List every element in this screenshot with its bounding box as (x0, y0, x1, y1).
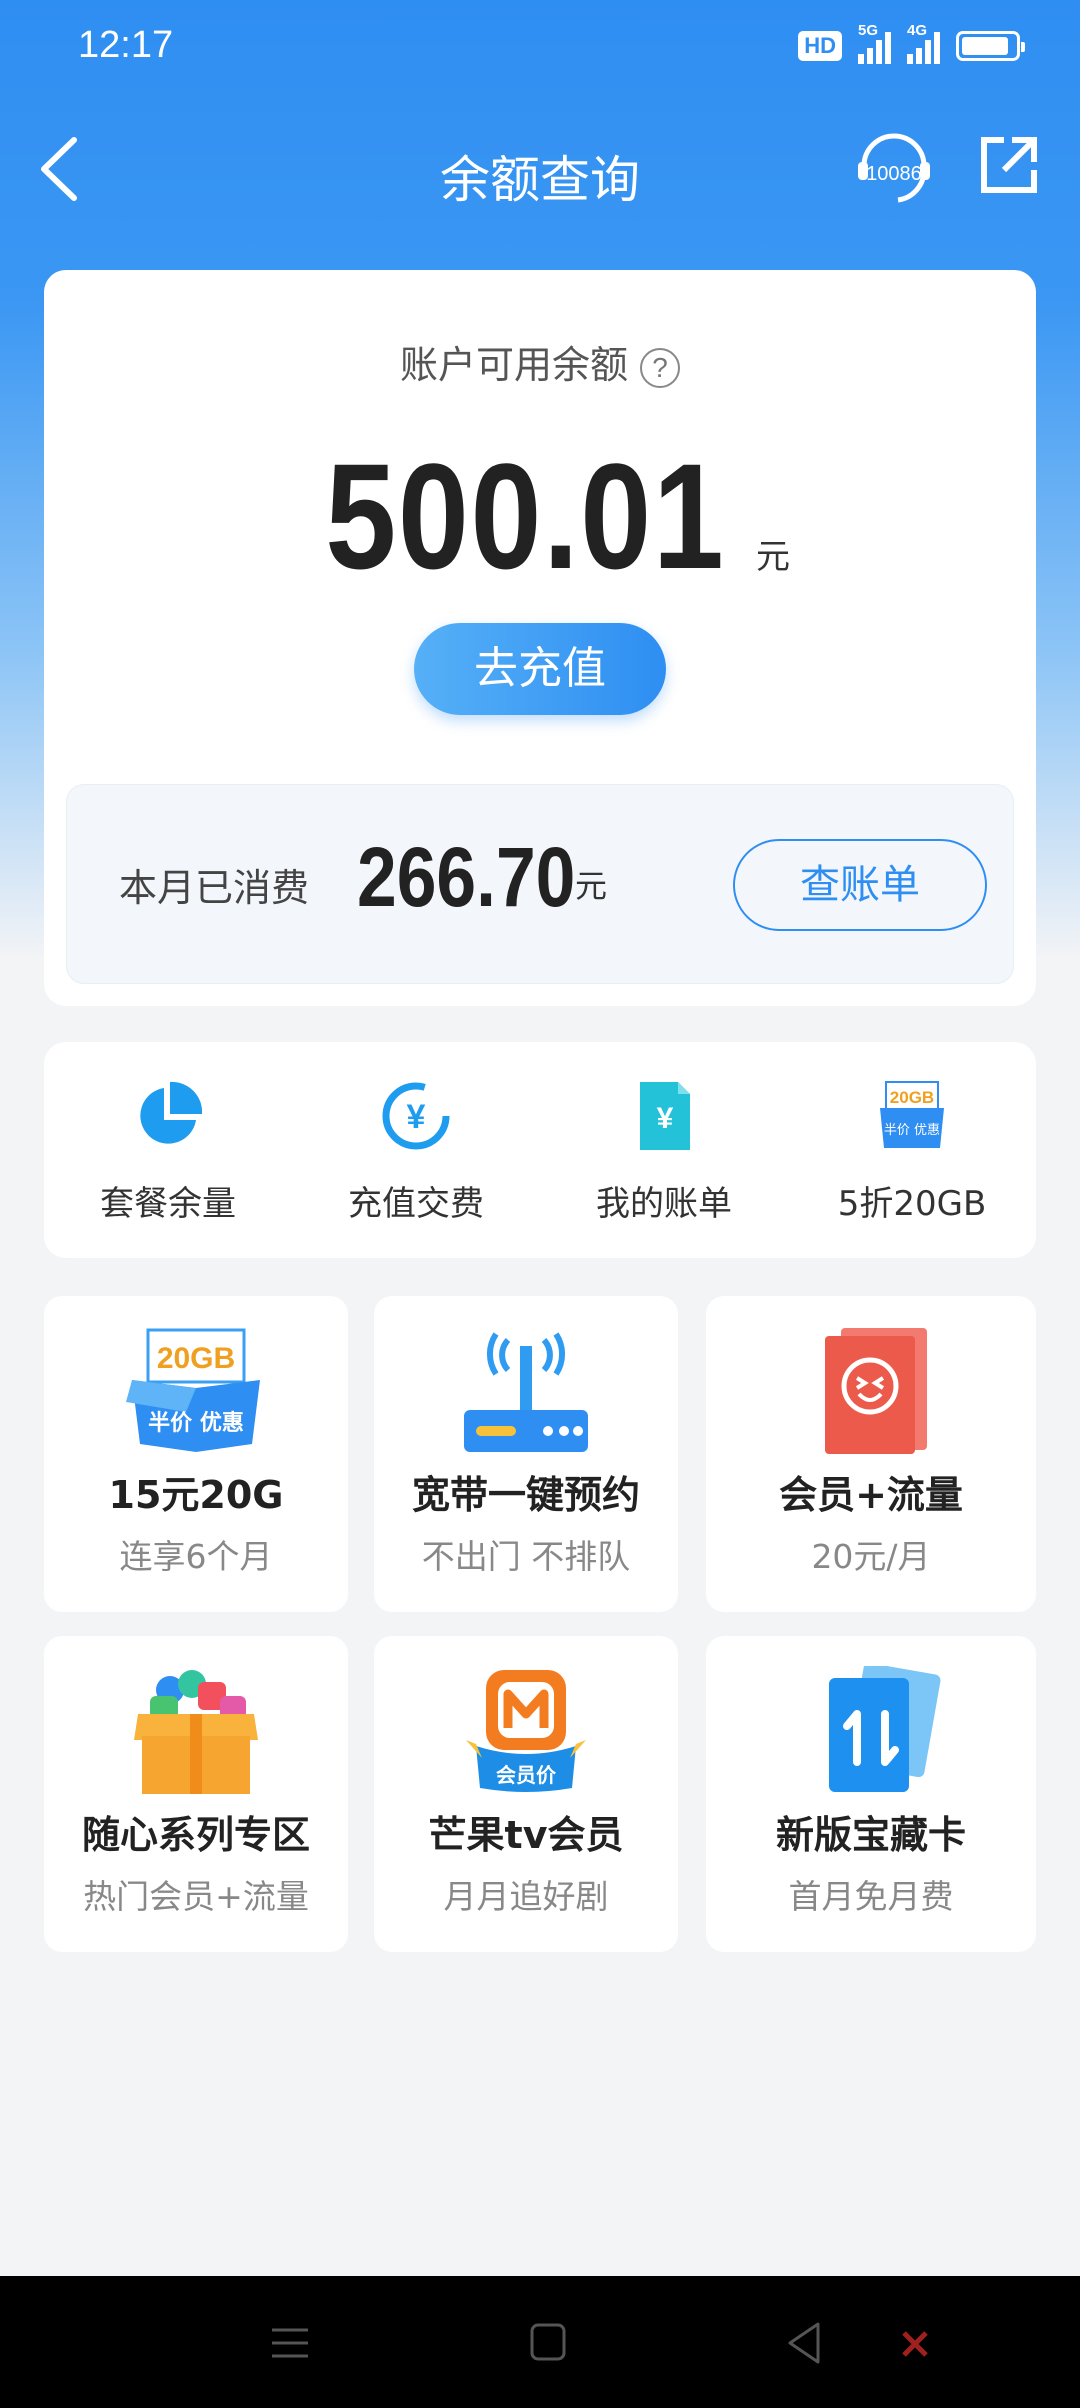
balance-label: 账户可用余额? (44, 334, 1036, 389)
balance-amount-row: 500.01 元 (44, 430, 1036, 603)
promo-title: 芒果tv会员 (428, 1813, 624, 1857)
recharge-button[interactable]: 去充值 (414, 623, 666, 715)
data-box-icon: 20GB 半价 优惠 (126, 1328, 260, 1452)
quick-action-recharge[interactable]: ¥ 充值交费 (292, 1042, 540, 1258)
consumption-amount: 266.70 (357, 830, 576, 924)
balance-card: 账户可用余额? 500.01 元 去充值 本月已消费 266.70 元 查账单 (44, 270, 1036, 1006)
watermark (900, 2326, 1040, 2362)
svg-text:¥: ¥ (657, 1102, 674, 1135)
svg-text:半价 优惠: 半价 优惠 (148, 1410, 244, 1436)
svg-text:20GB: 20GB (157, 1342, 235, 1375)
data-box-icon: 20GB 半价 优惠 (880, 1081, 944, 1148)
status-bar: 12:17 HD 5G 4G (0, 0, 1080, 96)
bill-document-icon: ¥ (640, 1082, 690, 1150)
monthly-consumption-box: 本月已消费 266.70 元 查账单 (66, 784, 1014, 984)
gift-box-icon (134, 1670, 258, 1794)
promo-title: 15元20G (108, 1473, 284, 1517)
quick-action-my-bill[interactable]: ¥ 我的账单 (540, 1042, 788, 1258)
router-icon (464, 1332, 588, 1452)
share-icon[interactable] (978, 134, 1040, 196)
promo-tile-15yuan-20g[interactable]: 20GB 半价 优惠 15元20G 连享6个月 (44, 1296, 348, 1612)
promo-subtitle: 连享6个月 (119, 1537, 273, 1576)
customer-service-icon[interactable]: 10086 (854, 130, 934, 210)
hd-voice-icon: HD (798, 31, 842, 61)
back-icon[interactable] (776, 2316, 836, 2370)
svg-text:¥: ¥ (407, 1098, 426, 1136)
treasure-card-icon (829, 1666, 941, 1792)
menu-icon[interactable] (260, 2316, 320, 2370)
quick-actions-card: 套餐余量 ¥ 充值交费 ¥ 我的账单 20GB 半价 优惠 5折20GB (44, 1042, 1036, 1258)
consumption-label: 本月已消费 (119, 866, 310, 910)
promo-subtitle: 不出门 不排队 (421, 1537, 631, 1576)
nav-bar: 余额查询 10086 (0, 120, 1080, 220)
promo-tile-suixin-zone[interactable]: 随心系列专区 热门会员+流量 (44, 1636, 348, 1952)
svg-text:20GB: 20GB (890, 1088, 934, 1107)
promo-tile-member-data[interactable]: 会员+流量 20元/月 (706, 1296, 1036, 1612)
status-time: 12:17 (78, 24, 174, 66)
balance-amount: 500.01 (325, 432, 726, 600)
balance-unit: 元 (755, 537, 790, 577)
svg-text:半价 优惠: 半价 优惠 (884, 1123, 940, 1138)
status-icons: HD 5G 4G (798, 22, 1025, 64)
signal-4g-icon: 4G (907, 22, 940, 64)
promo-title: 会员+流量 (779, 1473, 963, 1517)
promo-title: 新版宝藏卡 (775, 1813, 966, 1857)
member-card-icon (825, 1328, 927, 1454)
promo-title: 宽带一键预约 (411, 1473, 640, 1517)
help-icon[interactable]: ? (640, 347, 680, 388)
consumption-unit: 元 (575, 867, 608, 905)
home-icon[interactable] (518, 2316, 578, 2370)
quick-action-data-discount[interactable]: 20GB 半价 优惠 5折20GB (788, 1042, 1036, 1258)
signal-5g-icon: 5G (858, 22, 891, 64)
system-nav-bar (0, 2276, 1080, 2408)
mango-tv-icon: 会员价 (466, 1670, 586, 1792)
svg-text:会员价: 会员价 (496, 1763, 557, 1787)
svg-text:10086: 10086 (866, 163, 922, 185)
promo-tile-broadband[interactable]: 宽带一键预约 不出门 不排队 (374, 1296, 678, 1612)
promo-subtitle: 20元/月 (811, 1537, 931, 1576)
promo-title: 随心系列专区 (81, 1813, 310, 1857)
quick-action-plan-balance[interactable]: 套餐余量 (44, 1042, 292, 1258)
battery-icon (956, 31, 1025, 61)
watermark-logo-icon (902, 2331, 928, 2357)
view-bill-button[interactable]: 查账单 (733, 839, 987, 931)
promo-tile-treasure-card[interactable]: 新版宝藏卡 首月免月费 (706, 1636, 1036, 1952)
promo-subtitle: 月月追好剧 (443, 1877, 609, 1916)
promo-subtitle: 首月免月费 (788, 1877, 954, 1916)
yuan-coin-icon: ¥ (382, 1082, 450, 1150)
promo-tile-mango-tv[interactable]: 会员价 芒果tv会员 月月追好剧 (374, 1636, 678, 1952)
promo-subtitle: 热门会员+流量 (83, 1877, 309, 1916)
pie-chart-icon (140, 1081, 203, 1144)
